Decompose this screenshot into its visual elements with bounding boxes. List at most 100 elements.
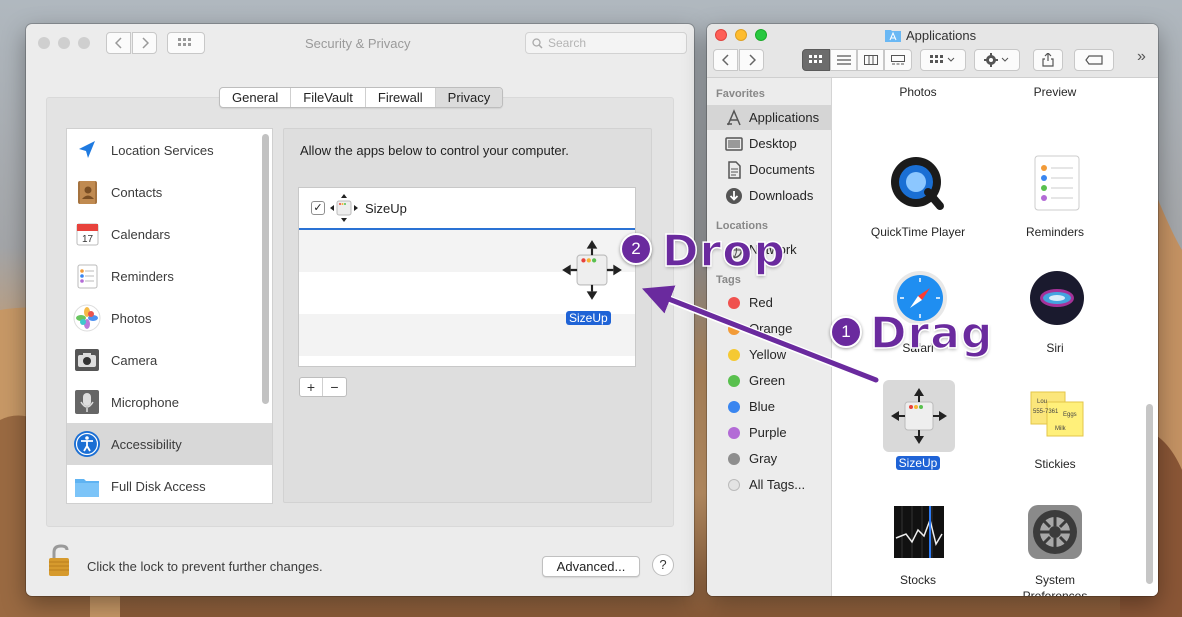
stickies-icon[interactable]: Lou 555-7361 Eggs Milk	[1025, 386, 1089, 446]
close-window-button[interactable]	[715, 29, 727, 41]
photos-flower-icon	[73, 304, 101, 332]
app-label-stickies[interactable]: Stickies	[990, 456, 1120, 472]
sidebar-item-desktop[interactable]: Desktop	[707, 131, 832, 156]
show-all-button[interactable]	[167, 32, 205, 54]
sidebar-item-label: Accessibility	[111, 436, 182, 452]
sidebar-item-network[interactable]: Network	[707, 237, 832, 262]
minimize-window-button[interactable]	[735, 29, 747, 41]
sidebar-item-calendars[interactable]: 17 Calendars	[67, 213, 272, 255]
advanced-button[interactable]: Advanced...	[542, 556, 640, 577]
finder-scrollbar[interactable]	[1146, 404, 1153, 584]
app-label-sizeup[interactable]: SizeUp	[853, 455, 983, 471]
list-view-button[interactable]	[830, 49, 857, 71]
sidebar-item-contacts[interactable]: Contacts	[67, 171, 272, 213]
zoom-window-button[interactable]	[78, 37, 90, 49]
gallery-view-button[interactable]	[884, 49, 912, 71]
lock-message: Click the lock to prevent further change…	[87, 559, 323, 574]
search-placeholder: Search	[548, 36, 587, 50]
accessibility-pane: Allow the apps below to control your com…	[283, 128, 652, 503]
system-preferences-gear-icon[interactable]	[1027, 504, 1083, 560]
sidebar-item-full-disk-access[interactable]: Full Disk Access	[67, 465, 272, 503]
sidebar-item-downloads[interactable]: Downloads	[707, 183, 832, 208]
applications-icon	[727, 109, 741, 126]
quicktime-icon[interactable]	[888, 154, 948, 214]
add-button[interactable]: +	[300, 378, 323, 396]
tab-general[interactable]: General	[220, 88, 292, 107]
app-label-reminders[interactable]: Reminders	[990, 224, 1120, 240]
accessibility-person-icon	[74, 431, 100, 457]
tag-green[interactable]: Green	[707, 368, 832, 393]
tag-gray[interactable]: Gray	[707, 446, 832, 471]
tab-privacy[interactable]: Privacy	[435, 88, 503, 107]
list-item[interactable]: ✓ SizeUp	[299, 188, 635, 230]
empty-row	[299, 272, 635, 314]
pane-description: Allow the apps below to control your com…	[300, 143, 569, 158]
sidebar-item-label: Camera	[111, 352, 158, 368]
forward-button[interactable]	[739, 49, 764, 71]
sidebar-item-applications[interactable]: Applications	[707, 105, 832, 130]
location-arrow-icon	[79, 141, 95, 158]
tab-bar: General FileVault Firewall Privacy	[219, 87, 504, 108]
column-view-button[interactable]	[857, 49, 884, 71]
forward-button[interactable]	[132, 32, 157, 54]
tag-red[interactable]: Red	[707, 290, 832, 315]
app-name: SizeUp	[365, 200, 407, 216]
gallery-view-icon	[891, 55, 905, 65]
sidebar-item-camera[interactable]: Camera	[67, 339, 272, 381]
sizeup-checkbox[interactable]: ✓	[311, 201, 325, 215]
app-label-quicktime-player[interactable]: QuickTime Player	[853, 224, 983, 240]
sidebar-item-documents[interactable]: Documents	[707, 157, 832, 182]
sidebar-scrollbar[interactable]	[262, 134, 269, 404]
toolbar-overflow-button[interactable]: »	[1137, 48, 1146, 66]
remove-button[interactable]: −	[323, 378, 346, 396]
zoom-window-button[interactable]	[755, 29, 767, 41]
tag-purple[interactable]: Purple	[707, 420, 832, 445]
app-label-siri[interactable]: Siri	[990, 340, 1120, 356]
back-button[interactable]	[106, 32, 131, 54]
back-button[interactable]	[713, 49, 738, 71]
stocks-chart-icon[interactable]	[892, 504, 946, 560]
sidebar-item-label: Contacts	[111, 184, 163, 200]
app-label-preview[interactable]: Preview	[990, 84, 1120, 100]
sidebar-item-photos[interactable]: Photos	[67, 297, 272, 339]
tab-firewall[interactable]: Firewall	[366, 88, 436, 107]
app-label-photos[interactable]: Photos	[853, 84, 983, 100]
tab-filevault[interactable]: FileVault	[291, 88, 366, 107]
sidebar-item-label: Documents	[749, 162, 815, 177]
tag-blue[interactable]: Blue	[707, 394, 832, 419]
add-remove-control: + −	[299, 377, 347, 397]
sidebar-item-accessibility[interactable]: Accessibility	[67, 423, 272, 465]
lock-icon[interactable]	[46, 544, 76, 578]
sidebar-item-microphone[interactable]: Microphone	[67, 381, 272, 423]
tag-yellow[interactable]: Yellow	[707, 342, 832, 367]
search-field[interactable]: Search	[525, 32, 687, 54]
window-title: Security & Privacy	[305, 36, 411, 51]
help-button[interactable]: ?	[652, 554, 674, 576]
siri-icon[interactable]	[1029, 270, 1085, 326]
sidebar-item-location-services[interactable]: Location Services	[67, 129, 272, 171]
close-window-button[interactable]	[38, 37, 50, 49]
tags-button[interactable]	[1074, 49, 1114, 71]
column-view-icon	[863, 55, 878, 65]
tag-icon	[1085, 55, 1103, 65]
minimize-window-button[interactable]	[58, 37, 70, 49]
title-bar: Security & Privacy Search	[26, 24, 694, 62]
safari-compass-icon[interactable]	[892, 270, 948, 326]
sidebar-item-label: Reminders	[111, 268, 174, 284]
tag-color-dot	[728, 349, 740, 361]
security-privacy-window: Security & Privacy Search General FileVa…	[26, 24, 694, 596]
tag-all-tags[interactable]: All Tags...	[707, 472, 832, 497]
app-label-system-preferences[interactable]: System Preferences	[990, 572, 1120, 596]
group-by-button[interactable]	[920, 49, 966, 71]
reminders-icon[interactable]	[1033, 154, 1083, 212]
action-button[interactable]	[974, 49, 1020, 71]
tag-orange[interactable]: Orange	[707, 316, 832, 341]
share-button[interactable]	[1033, 49, 1063, 71]
gear-icon	[984, 53, 1009, 67]
app-label-stocks[interactable]: Stocks	[853, 572, 983, 588]
app-label-safari[interactable]: Safari	[853, 340, 983, 356]
sidebar-item-reminders[interactable]: Reminders	[67, 255, 272, 297]
sidebar-item-label: Location Services	[111, 142, 214, 158]
sizeup-icon[interactable]	[889, 386, 949, 446]
icon-view-button[interactable]	[802, 49, 830, 71]
